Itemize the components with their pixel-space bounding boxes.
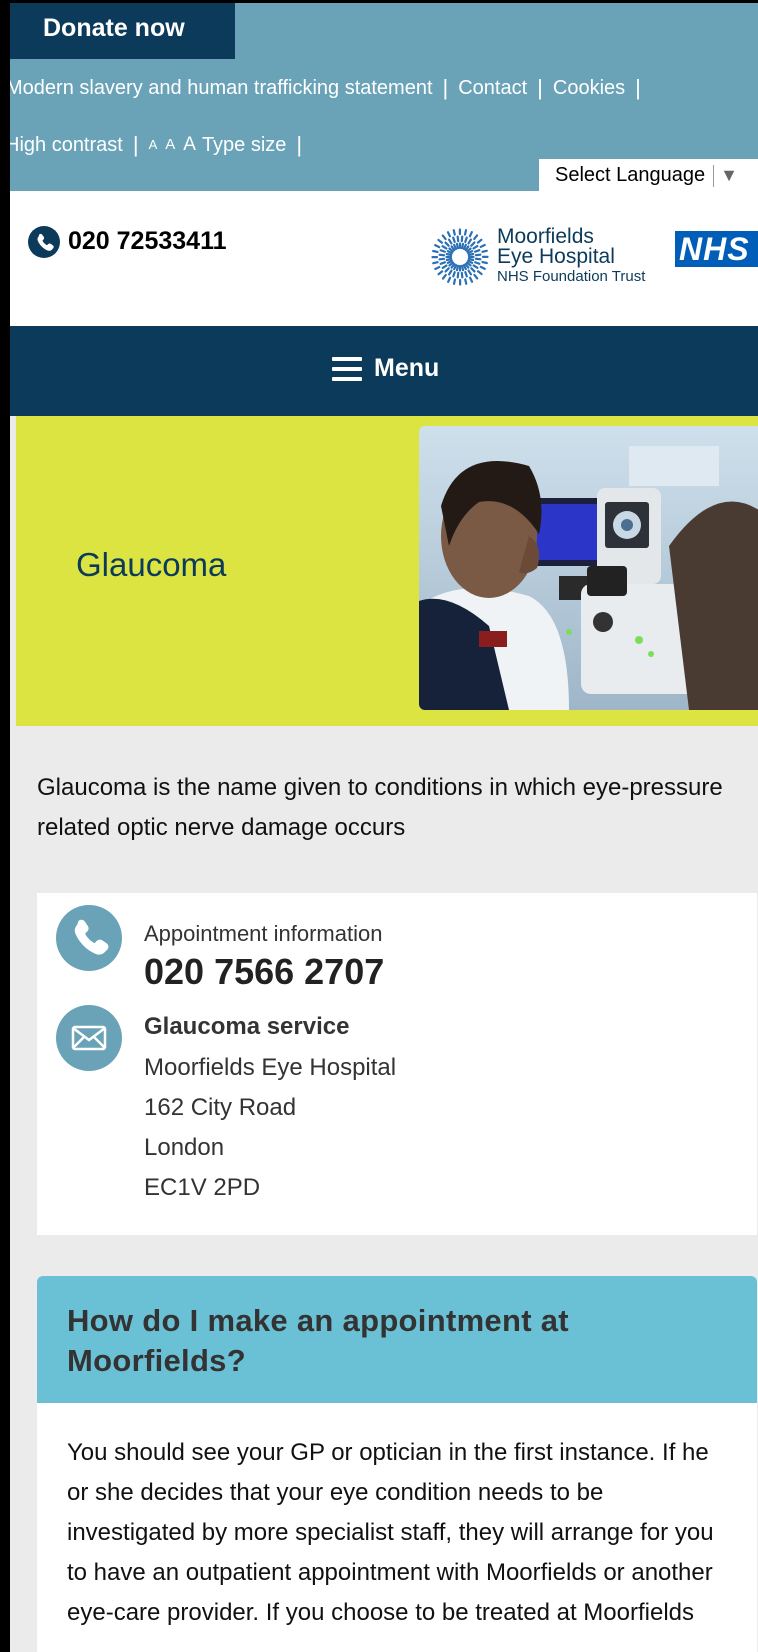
faq-panel: How do I make an appointment at Moorfiel… [37,1276,757,1652]
page-title: Glaucoma [76,546,227,583]
appointment-phone[interactable]: 020 7566 2707 [144,951,384,993]
top-links: Modern slavery and human trafficking sta… [10,73,651,102]
high-contrast-link[interactable]: High contrast [10,131,123,159]
modern-slavery-link[interactable]: Modern slavery and human trafficking sta… [10,74,433,102]
address-line: Moorfields Eye Hospital [144,1054,397,1081]
page-frame: Donate now Modern slavery and human traf… [0,0,758,1652]
moorfields-logo[interactable]: Moorfields Eye Hospital NHS Foundation T… [497,225,646,287]
hero-banner: Glaucoma [16,416,758,726]
divider [713,164,715,187]
type-size-large[interactable]: A [183,131,196,159]
separator: | [442,74,449,100]
separator: | [635,74,641,100]
menu-label: Menu [374,354,440,382]
type-size-medium[interactable]: A [165,131,175,159]
contact-card: Appointment information 020 7566 2707 Gl… [37,893,757,1235]
appointment-label: Appointment information [144,921,383,946]
menu-bar[interactable]: Menu [10,326,758,416]
language-select[interactable]: Select Language ▼ [539,159,758,191]
language-select-label: Select Language [555,164,706,186]
header-phone-number[interactable]: 020 72533411 [68,227,227,256]
contact-link[interactable]: Contact [458,74,527,102]
donate-button[interactable]: Donate now [10,3,235,59]
hero-image [419,426,758,710]
logo-line-3: NHS Foundation Trust [497,268,646,285]
phone-icon [28,226,60,258]
address-line: 162 City Road [144,1094,297,1121]
nhs-logo: NHS [675,231,758,267]
separator: | [132,131,139,157]
service-address: Moorfields Eye Hospital 162 City Road Lo… [144,1048,396,1208]
separator: | [296,131,303,157]
separator: | [537,74,543,100]
faq-header[interactable]: How do I make an appointment at Moorfiel… [37,1276,757,1403]
faq-question: How do I make an appointment at Moorfiel… [67,1303,569,1378]
cookies-link[interactable]: Cookies [553,74,625,102]
logo-line-2: Eye Hospital [497,245,615,268]
moorfields-logo-icon [431,228,489,286]
envelope-icon [56,1005,122,1071]
faq-answer: You should see your GP or optician in th… [67,1439,714,1626]
triangle-down-icon: ▼ [720,165,738,185]
address-line: EC1V 2PD [144,1174,261,1201]
hamburger-icon [332,357,362,381]
type-size-label: Type size [201,133,287,156]
phone-icon [56,905,122,971]
service-name: Glaucoma service [144,1013,350,1040]
address-line: London [144,1134,225,1161]
utility-bar: Donate now Modern slavery and human traf… [10,3,758,191]
accessibility-row: High contrast | A A A Type size | [10,130,312,159]
type-size-small[interactable]: A [149,131,158,159]
logo-line-1: Moorfields [497,225,594,248]
intro-text: Glaucoma is the name given to conditions… [37,774,723,841]
site-header: 020 72533411 Moorfields Eye Hospital NHS… [10,191,758,326]
